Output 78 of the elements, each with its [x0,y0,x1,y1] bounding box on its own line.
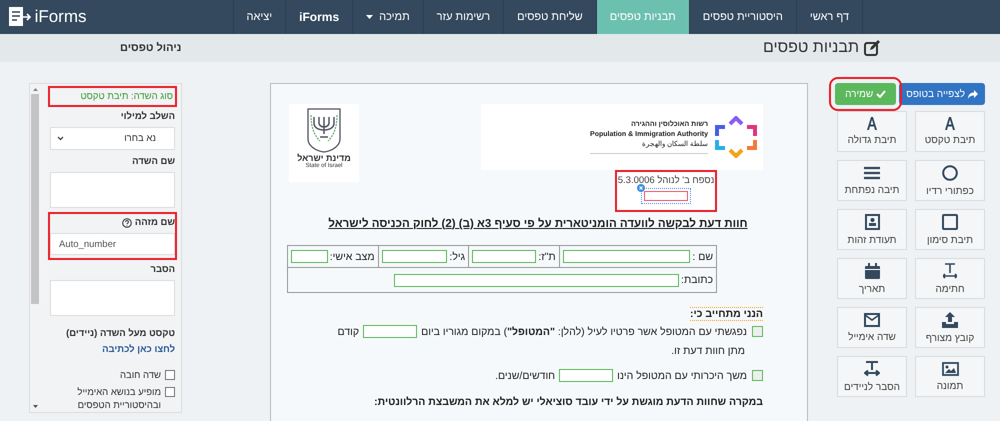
field-tool-button[interactable]: תיבה נפתחת [837,160,907,201]
checkbox[interactable] [165,370,175,380]
field-tool-button[interactable]: תעודת זהות [837,209,907,250]
appendix-text: נספח ב' לנוהל 5.3.0006 [618,175,714,186]
input-field[interactable] [382,250,448,263]
text-width-icon [864,360,880,376]
checkbox[interactable] [752,370,763,381]
image-icon [942,362,958,376]
form-logo-icon [8,6,32,28]
field-type-text: סוג השדה: תיבת טקסט [50,88,175,105]
commitment-heading: הנני מתחייב כי: [690,307,763,321]
field-tool-button[interactable]: שדה אימייל [837,307,907,348]
explanation-textarea[interactable] [50,280,175,316]
chevron-down-icon [57,136,64,141]
page-title: תבניות טפסים [762,39,859,57]
help-icon[interactable] [122,218,132,228]
input-field[interactable] [394,274,680,286]
envelope-icon [864,312,880,326]
check-icon [876,90,886,98]
form-title: חוות דעת לבקשה לוועדה הומניטארית על פי סעיף 3א (ב) (2) לחוק הכניסה לישראל [327,218,749,230]
edit-icon [864,40,880,56]
field-tool-button[interactable]: תאריך [837,258,907,299]
statement-text: קודם [338,326,360,338]
field-label: כתובת: [681,274,713,286]
input-field[interactable] [562,250,690,263]
letter-a-icon [944,117,956,130]
field-label: גיל: [449,250,466,262]
checkbox[interactable] [165,387,175,397]
scroll-up-icon[interactable] [32,88,38,91]
calendar-icon [864,262,880,278]
field-tool-button[interactable]: תמונה [915,356,985,397]
field-label: טקסט מעל השדה (ניידים) [65,328,175,339]
field-label: מצב אישי: [330,250,375,262]
letter-a-icon [866,117,878,130]
checkbox[interactable] [752,326,763,337]
field-tool-button[interactable]: קובץ מצורף [915,307,985,348]
statement-text: משך היכרותי עם המטופל הינו [617,370,747,382]
input-field[interactable] [472,250,536,263]
field-tool-button[interactable]: תיבת טקסט [915,111,985,152]
input-field[interactable] [559,369,614,382]
field-tool-button[interactable]: תיבת סימון [915,209,985,250]
logo-text: iForms [34,7,87,27]
field-label: הסבר [149,264,175,275]
field-tool-button[interactable]: תיבת גדולה [837,111,907,152]
emblem-caption: מדינת ישראל [297,153,351,163]
statement-text: נפגשתי עם המטופל אשר פרטיו לעיל (להלן: "המטופל") במקום מגוריו ביום [421,326,747,338]
option-label: מופיע בנושא האימייל ובהיסטוריית הטפסים [76,386,161,412]
field-tool-button[interactable]: חתימה [915,258,985,299]
instruction-text: במקרה שחוות הדעת מוגשת על ידי עובד סוציאלי יש למלא את המשבצת הרלוונטית: [373,396,763,408]
field-name-textarea[interactable] [50,172,175,208]
statement-text: חודשים/שנים. [495,370,556,382]
view-form-button[interactable]: לצפייה בטופס [899,83,985,105]
statement-text: מתן חוות דעת זו. [670,345,745,357]
field-label: שם השדה [131,156,175,167]
stage-select[interactable]: נא בחרו [50,127,175,150]
field-label: שם מזהה [134,217,175,228]
field-tool-button[interactable]: כפתורי רדיו [915,160,985,201]
upload-icon [942,312,958,328]
square-icon [942,214,958,230]
id-card-icon [864,214,880,230]
caret-icon [366,15,374,19]
field-tool-button[interactable]: הסבר לניידים [837,356,907,397]
scroll-down-icon[interactable] [32,405,38,408]
field-label: ת"ז: [538,250,556,262]
field-label: שם : [692,250,713,262]
menu-icon [864,166,880,180]
field-label: השלב למילוי [120,111,175,122]
write-link[interactable]: לחצו כאן לכתיבה [50,344,175,355]
text-width-icon [943,262,957,278]
share-arrow-icon [968,90,978,98]
input-field[interactable] [363,325,418,338]
breadcrumb-text: ניהול טפסים [120,42,182,54]
circle-icon [942,164,958,180]
input-field[interactable] [290,250,328,263]
identifier-input[interactable]: Auto_number [50,233,175,255]
remove-icon[interactable] [637,184,645,192]
star-logo-icon [714,116,758,158]
option-label: שדה חובה [120,369,161,382]
